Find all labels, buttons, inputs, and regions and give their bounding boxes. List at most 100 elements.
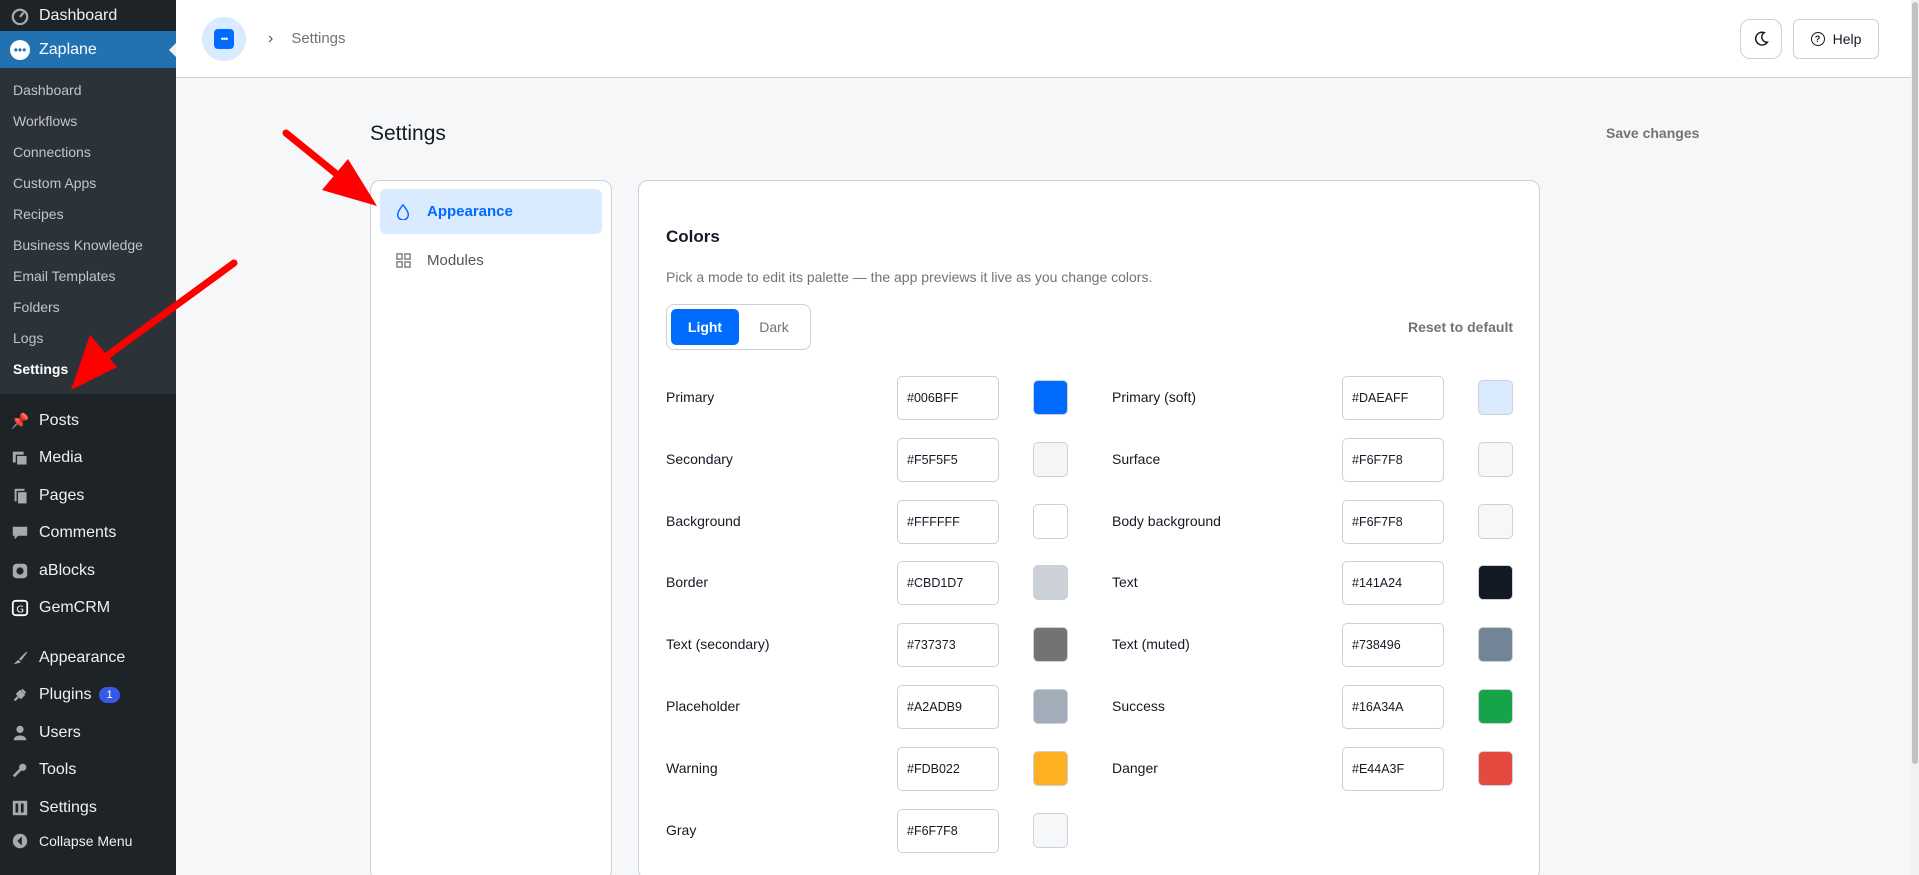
wp-menu-collapse[interactable]: Collapse Menu (0, 827, 176, 855)
hex-input[interactable]: #F6F7F8 (1342, 499, 1444, 544)
nav-item-label: Appearance (427, 203, 513, 220)
app-topbar: ••• › Settings ? Help (176, 0, 1911, 78)
wp-menu-gemcrm[interactable]: G GemCRM (0, 590, 176, 628)
reset-to-default-button[interactable]: Reset to default (1408, 319, 1513, 335)
mode-light-button[interactable]: Light (671, 309, 739, 345)
wp-menu-label: GemCRM (39, 599, 111, 617)
pages-icon (10, 486, 30, 506)
wp-menu-media[interactable]: Media (0, 440, 176, 478)
wp-menu-users[interactable]: Users (0, 714, 176, 752)
wp-menu-pages[interactable]: Pages (0, 477, 176, 515)
color-label: Danger (1112, 759, 1158, 776)
wp-menu-label: Plugins (39, 686, 92, 704)
color-label: Surface (1112, 450, 1161, 467)
color-row: Primary (soft) #DAEAFF (639, 376, 1539, 420)
wp-menu-posts[interactable]: 📌 Posts (0, 402, 176, 440)
wp-menu-label: Settings (39, 798, 97, 816)
color-label: Body background (1112, 512, 1221, 529)
gemcrm-icon: G (10, 598, 30, 618)
save-changes-button[interactable]: Save changes (1606, 125, 1699, 141)
dashboard-icon (10, 6, 30, 26)
nav-item-modules[interactable]: Modules (380, 238, 602, 283)
color-row: Body background #F6F7F8 (639, 499, 1539, 544)
hex-input[interactable]: #F6F7F8 (1342, 437, 1444, 482)
color-swatch[interactable] (1478, 441, 1513, 477)
color-swatch[interactable] (1478, 565, 1513, 601)
colors-section-title: Colors (666, 227, 720, 246)
media-icon (10, 448, 30, 468)
nav-item-label: Modules (427, 252, 484, 269)
wp-menu-label: Media (39, 449, 83, 467)
wp-menu-ablocks[interactable]: aBlocks (0, 552, 176, 590)
submenu-business-knowledge[interactable]: Business Knowledge (0, 229, 176, 260)
submenu-folders[interactable]: Folders (0, 291, 176, 322)
droplet-icon (393, 203, 413, 220)
breadcrumb-current: Settings (291, 30, 346, 47)
page-title: Settings (370, 122, 446, 145)
wp-menu-label: Comments (39, 524, 117, 542)
wp-menu-label: Dashboard (39, 6, 118, 24)
color-swatch[interactable] (1033, 812, 1068, 848)
wp-menu-label: Appearance (39, 648, 126, 666)
color-swatch[interactable] (1478, 380, 1513, 415)
wp-menu-label: Collapse Menu (39, 832, 133, 849)
wp-menu-dashboard[interactable]: Dashboard (0, 0, 176, 31)
wp-menu-tools[interactable]: Tools (0, 752, 176, 790)
color-label: Text (1112, 574, 1138, 591)
wp-menu-label: Pages (39, 486, 85, 504)
plugins-update-badge: 1 (99, 687, 120, 704)
wrench-icon (10, 760, 30, 780)
plug-icon (10, 685, 30, 705)
grid-icon (393, 253, 413, 268)
hex-input[interactable]: #141A24 (1342, 561, 1444, 606)
nav-item-appearance[interactable]: Appearance (380, 189, 602, 234)
submenu-custom-apps[interactable]: Custom Apps (0, 167, 176, 198)
color-swatch[interactable] (1478, 750, 1513, 786)
wp-menu-zaplane[interactable]: ••• Zaplane (0, 31, 176, 68)
comment-icon (10, 523, 30, 543)
zaplane-logo-icon: ••• (214, 28, 234, 49)
submenu-workflows[interactable]: Workflows (0, 105, 176, 136)
mode-dark-button[interactable]: Dark (743, 309, 805, 345)
collapse-icon (10, 831, 30, 851)
wp-menu-comments[interactable]: Comments (0, 515, 176, 553)
wp-menu-settings[interactable]: Settings (0, 789, 176, 827)
hex-input[interactable]: #DAEAFF (1342, 376, 1444, 420)
ablocks-icon (10, 561, 30, 581)
wp-menu-label: Zaplane (39, 40, 97, 58)
hex-input[interactable]: #F6F7F8 (897, 808, 999, 853)
settings-icon (10, 798, 30, 818)
submenu-connections[interactable]: Connections (0, 136, 176, 167)
settings-nav: Appearance Modules (370, 180, 612, 875)
zaplane-app: ••• › Settings ? Help Settings Save chan… (176, 0, 1919, 875)
wp-main-menu: 📌 Posts Media Pages Comments aBlocks G G… (0, 394, 176, 855)
submenu-recipes[interactable]: Recipes (0, 198, 176, 229)
color-row: Text #141A24 (639, 561, 1539, 606)
app-logo[interactable]: ••• (202, 16, 246, 61)
mode-toggle: Light Dark (666, 304, 811, 350)
help-circle-icon: ? (1810, 32, 1825, 46)
moon-icon (1754, 31, 1769, 46)
hex-input[interactable]: #E44A3F (1342, 746, 1444, 791)
wp-menu-label: aBlocks (39, 561, 96, 579)
color-swatch[interactable] (1478, 503, 1513, 539)
theme-toggle-button[interactable] (1740, 19, 1782, 59)
hex-input[interactable]: #16A34A (1342, 685, 1444, 729)
help-button[interactable]: ? Help (1793, 19, 1879, 59)
wp-admin-sidebar: Dashboard ••• Zaplane Dashboard Workflow… (0, 0, 176, 875)
color-label: Gray (666, 821, 697, 838)
color-swatch[interactable] (1478, 689, 1513, 724)
hex-input[interactable]: #738496 (1342, 623, 1444, 668)
wp-menu-plugins[interactable]: Plugins 1 (0, 677, 176, 715)
submenu-settings[interactable]: Settings (0, 353, 176, 384)
color-swatch[interactable] (1478, 627, 1513, 663)
submenu-dashboard[interactable]: Dashboard (0, 74, 176, 105)
wp-menu-appearance[interactable]: Appearance (0, 639, 176, 677)
color-row: Gray #F6F7F8 (639, 808, 1539, 853)
color-label: Success (1112, 698, 1165, 714)
submenu-logs[interactable]: Logs (0, 322, 176, 353)
color-row: Text (muted) #738496 (639, 623, 1539, 668)
wp-menu-label: Users (39, 723, 81, 741)
scrollbar-thumb[interactable] (1912, 2, 1918, 764)
submenu-email-templates[interactable]: Email Templates (0, 260, 176, 291)
